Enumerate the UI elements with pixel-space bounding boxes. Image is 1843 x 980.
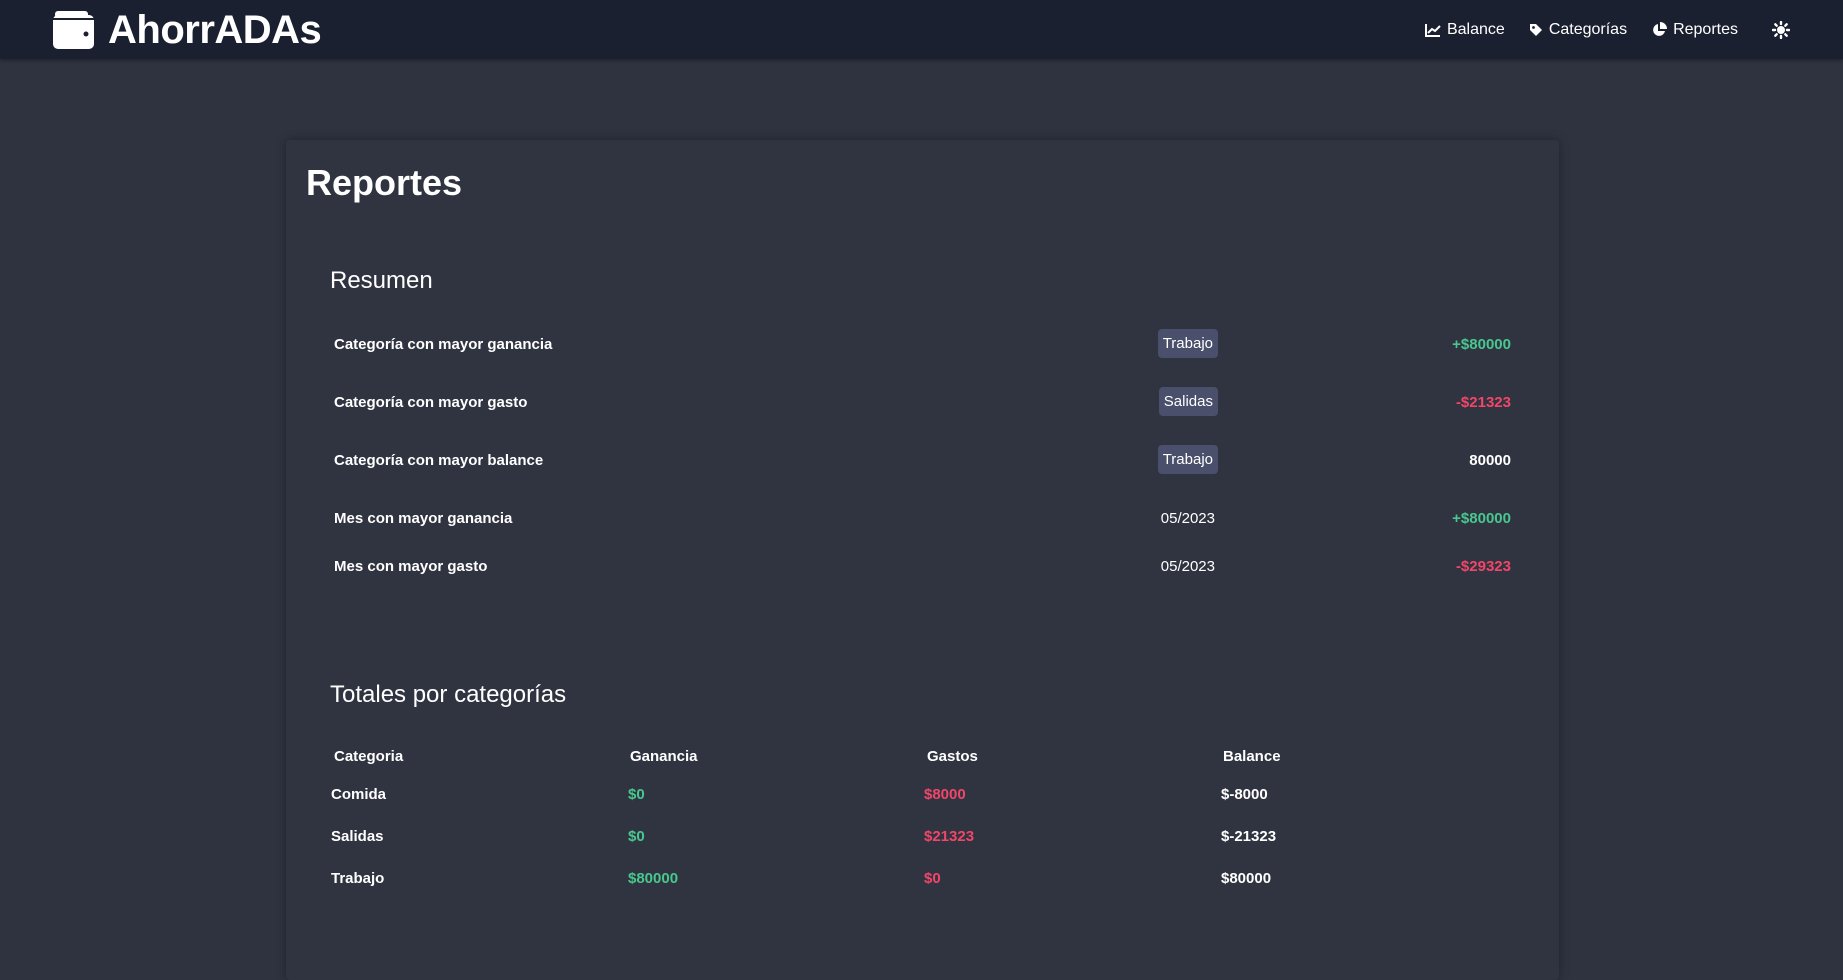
theme-toggle-button[interactable] xyxy=(1772,20,1790,39)
summary-amount: +$80000 xyxy=(1452,510,1511,527)
reports-card: Reportes Resumen Categoría con mayor gan… xyxy=(286,140,1559,980)
summary-date: 05/2023 xyxy=(1160,510,1215,527)
summary-amount: +$80000 xyxy=(1452,336,1511,353)
brand-name: AhorrADAs xyxy=(108,7,322,52)
cell-categoria: Comida xyxy=(331,786,387,803)
summary-amount: -$21323 xyxy=(1455,394,1511,411)
cell-ganancia: $0 xyxy=(628,786,645,803)
chart-line-icon xyxy=(1424,23,1441,37)
nav-links: Balance Categorías Reportes xyxy=(1424,0,1843,59)
totals-table-header: Categoria Ganancia Gastos Balance xyxy=(330,748,1510,770)
sun-icon xyxy=(1772,20,1790,39)
cell-balance: $-21323 xyxy=(1221,828,1277,845)
cell-gastos: $8000 xyxy=(924,786,966,803)
category-tag[interactable]: Salidas xyxy=(1158,387,1218,416)
summary-label: Categoría con mayor balance xyxy=(334,452,544,469)
table-row: Salidas $0 $21323 $-21323 xyxy=(330,828,1510,850)
page-title: Reportes xyxy=(306,162,463,203)
pie-chart-icon xyxy=(1653,21,1668,36)
column-header-gastos: Gastos xyxy=(927,748,978,765)
nav-item-reportes[interactable]: Reportes xyxy=(1651,21,1738,39)
cell-balance: $-8000 xyxy=(1221,786,1268,803)
category-tag[interactable]: Trabajo xyxy=(1157,329,1218,358)
summary-row-mes-mayor-gasto: Mes con mayor gasto 05/2023 -$29323 xyxy=(334,551,1511,583)
nav-item-reportes-label: Reportes xyxy=(1673,20,1738,38)
summary-label: Mes con mayor gasto xyxy=(334,558,488,575)
summary-label: Mes con mayor ganancia xyxy=(334,510,513,527)
cell-ganancia: $80000 xyxy=(628,870,679,887)
cell-gastos: $0 xyxy=(924,870,941,887)
column-header-balance: Balance xyxy=(1223,748,1281,765)
wallet-icon xyxy=(53,11,94,49)
column-header-ganancia: Ganancia xyxy=(630,748,698,765)
cell-categoria: Trabajo xyxy=(331,870,385,887)
brand[interactable]: AhorrADAs xyxy=(53,7,322,52)
cell-balance: $80000 xyxy=(1221,870,1272,887)
totales-title: Totales por categorías xyxy=(330,681,567,708)
column-header-categoria: Categoria xyxy=(334,748,404,765)
nav-item-categorias-label: Categorías xyxy=(1548,20,1628,38)
summary-row-mayor-ganancia: Categoría con mayor ganancia Trabajo +$8… xyxy=(334,329,1511,361)
cell-categoria: Salidas xyxy=(331,828,384,845)
cell-ganancia: $0 xyxy=(628,828,645,845)
summary-label: Categoría con mayor ganancia xyxy=(334,336,553,353)
table-row: Trabajo $80000 $0 $80000 xyxy=(330,870,1510,892)
table-row: Comida $0 $8000 $-8000 xyxy=(330,786,1510,808)
resumen-title: Resumen xyxy=(330,267,433,294)
category-tag[interactable]: Trabajo xyxy=(1157,445,1218,474)
nav-item-balance[interactable]: Balance xyxy=(1424,20,1505,39)
nav-item-categorias[interactable]: Categorías xyxy=(1529,21,1627,39)
summary-row-mayor-gasto: Categoría con mayor gasto Salidas -$2132… xyxy=(334,387,1511,419)
tag-icon xyxy=(1529,23,1542,36)
navbar: AhorrADAs Balance Categorías Reportes xyxy=(0,0,1843,59)
summary-label: Categoría con mayor gasto xyxy=(334,394,528,411)
cell-gastos: $21323 xyxy=(924,828,975,845)
summary-amount: 80000 xyxy=(1469,452,1511,469)
nav-item-balance-label: Balance xyxy=(1446,20,1505,38)
summary-row-mayor-balance: Categoría con mayor balance Trabajo 8000… xyxy=(334,445,1511,477)
summary-amount: -$29323 xyxy=(1455,558,1511,575)
summary-date: 05/2023 xyxy=(1160,558,1215,575)
summary-row-mes-mayor-ganancia: Mes con mayor ganancia 05/2023 +$80000 xyxy=(334,503,1511,535)
